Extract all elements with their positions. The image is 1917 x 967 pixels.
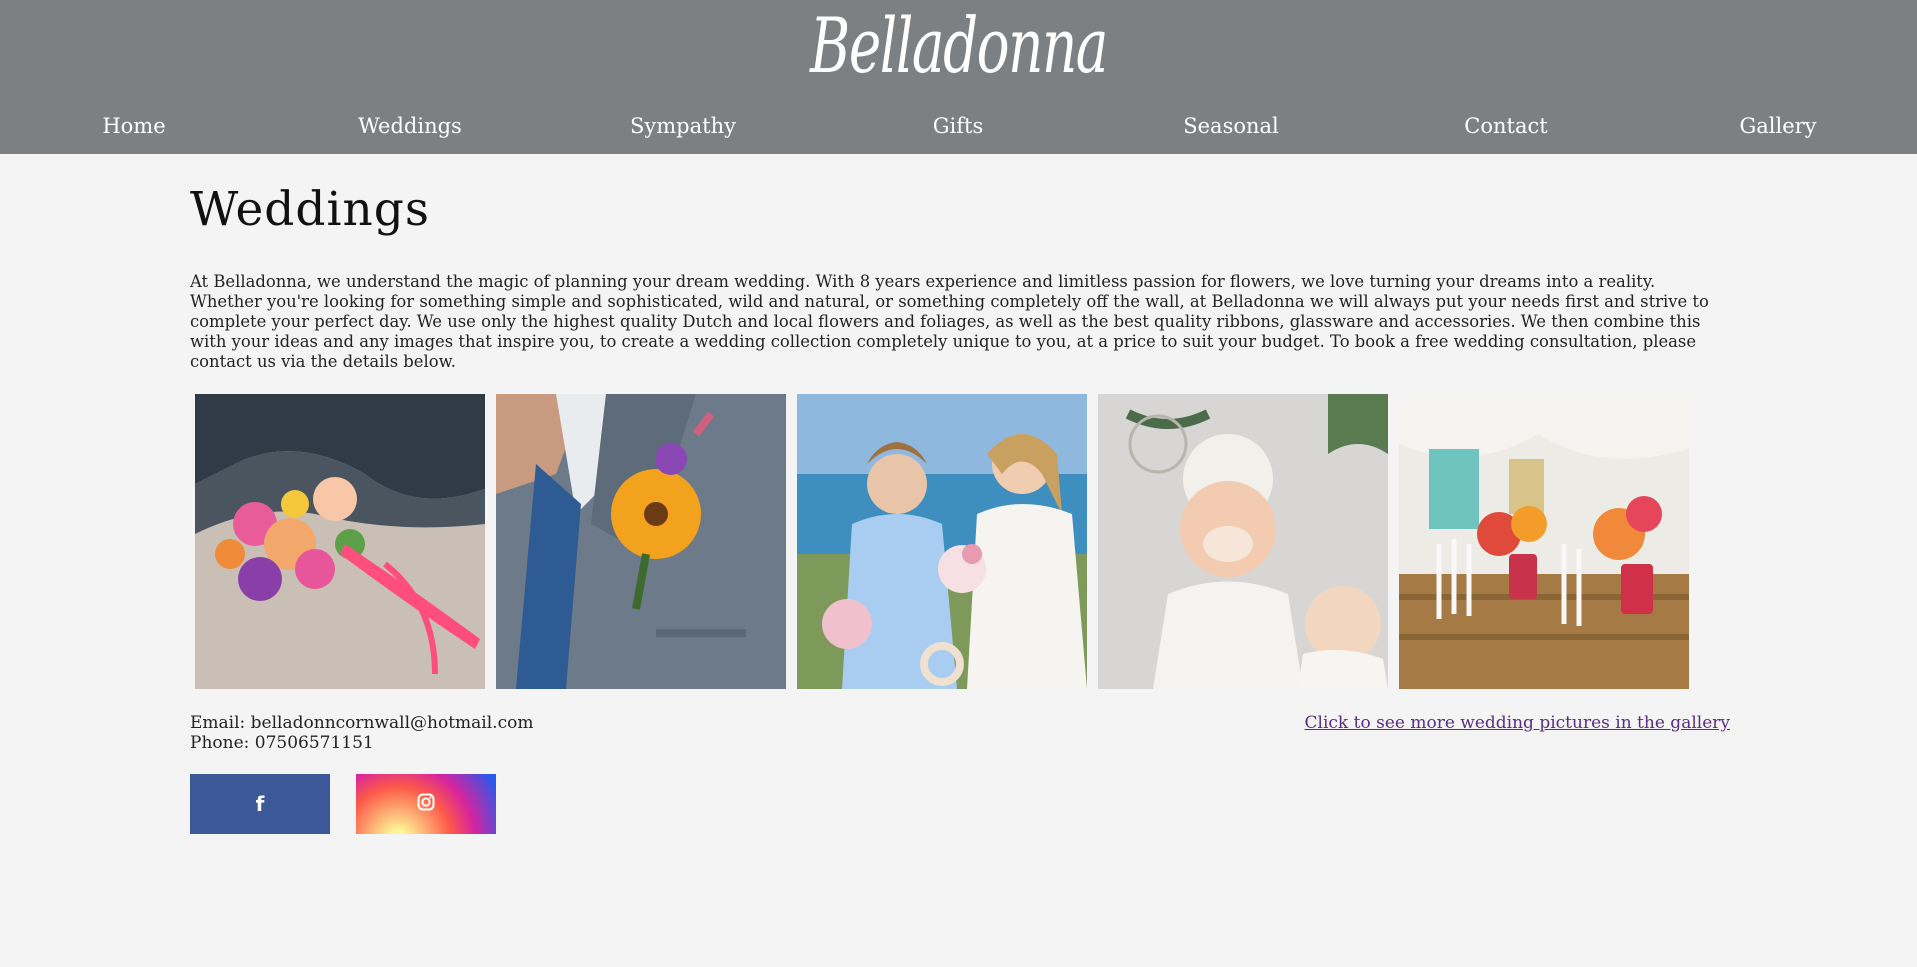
gallery-photo-bride-bridesmaid[interactable] (797, 394, 1087, 689)
nav-contact[interactable]: Contact (1464, 114, 1547, 138)
instagram-icon (417, 793, 435, 815)
instagram-button[interactable] (356, 774, 496, 834)
site-header: Belladonna Home Weddings Sympathy Gifts … (0, 0, 1917, 154)
facebook-icon: f (255, 792, 265, 816)
gallery-photo-reception-table[interactable] (1399, 394, 1689, 689)
facebook-button[interactable]: f (190, 774, 330, 834)
nav-seasonal[interactable]: Seasonal (1183, 114, 1279, 138)
contact-email: Email: belladonncornwall@hotmail.com (190, 713, 534, 733)
nav-weddings[interactable]: Weddings (358, 114, 462, 138)
gallery-photo-buttonhole[interactable] (496, 394, 786, 689)
nav-sympathy[interactable]: Sympathy (630, 114, 736, 138)
site-logo[interactable]: Belladonna (268, 0, 1648, 92)
contact-details: Email: belladonncornwall@hotmail.com Pho… (190, 713, 533, 753)
nav-home[interactable]: Home (102, 114, 165, 138)
contact-phone: Phone: 07506571151 (190, 733, 374, 753)
gallery-link[interactable]: Click to see more wedding pictures in th… (1305, 713, 1730, 733)
gallery-photo-bouquet[interactable] (195, 394, 485, 689)
nav-gallery[interactable]: Gallery (1739, 114, 1816, 138)
nav-gifts[interactable]: Gifts (933, 114, 983, 138)
page-title: Weddings (190, 182, 430, 237)
intro-paragraph: At Belladonna, we understand the magic o… (190, 272, 1709, 371)
main-nav: Home Weddings Sympathy Gifts Seasonal Co… (0, 104, 1917, 148)
gallery-photo-flower-girl[interactable] (1098, 394, 1388, 689)
